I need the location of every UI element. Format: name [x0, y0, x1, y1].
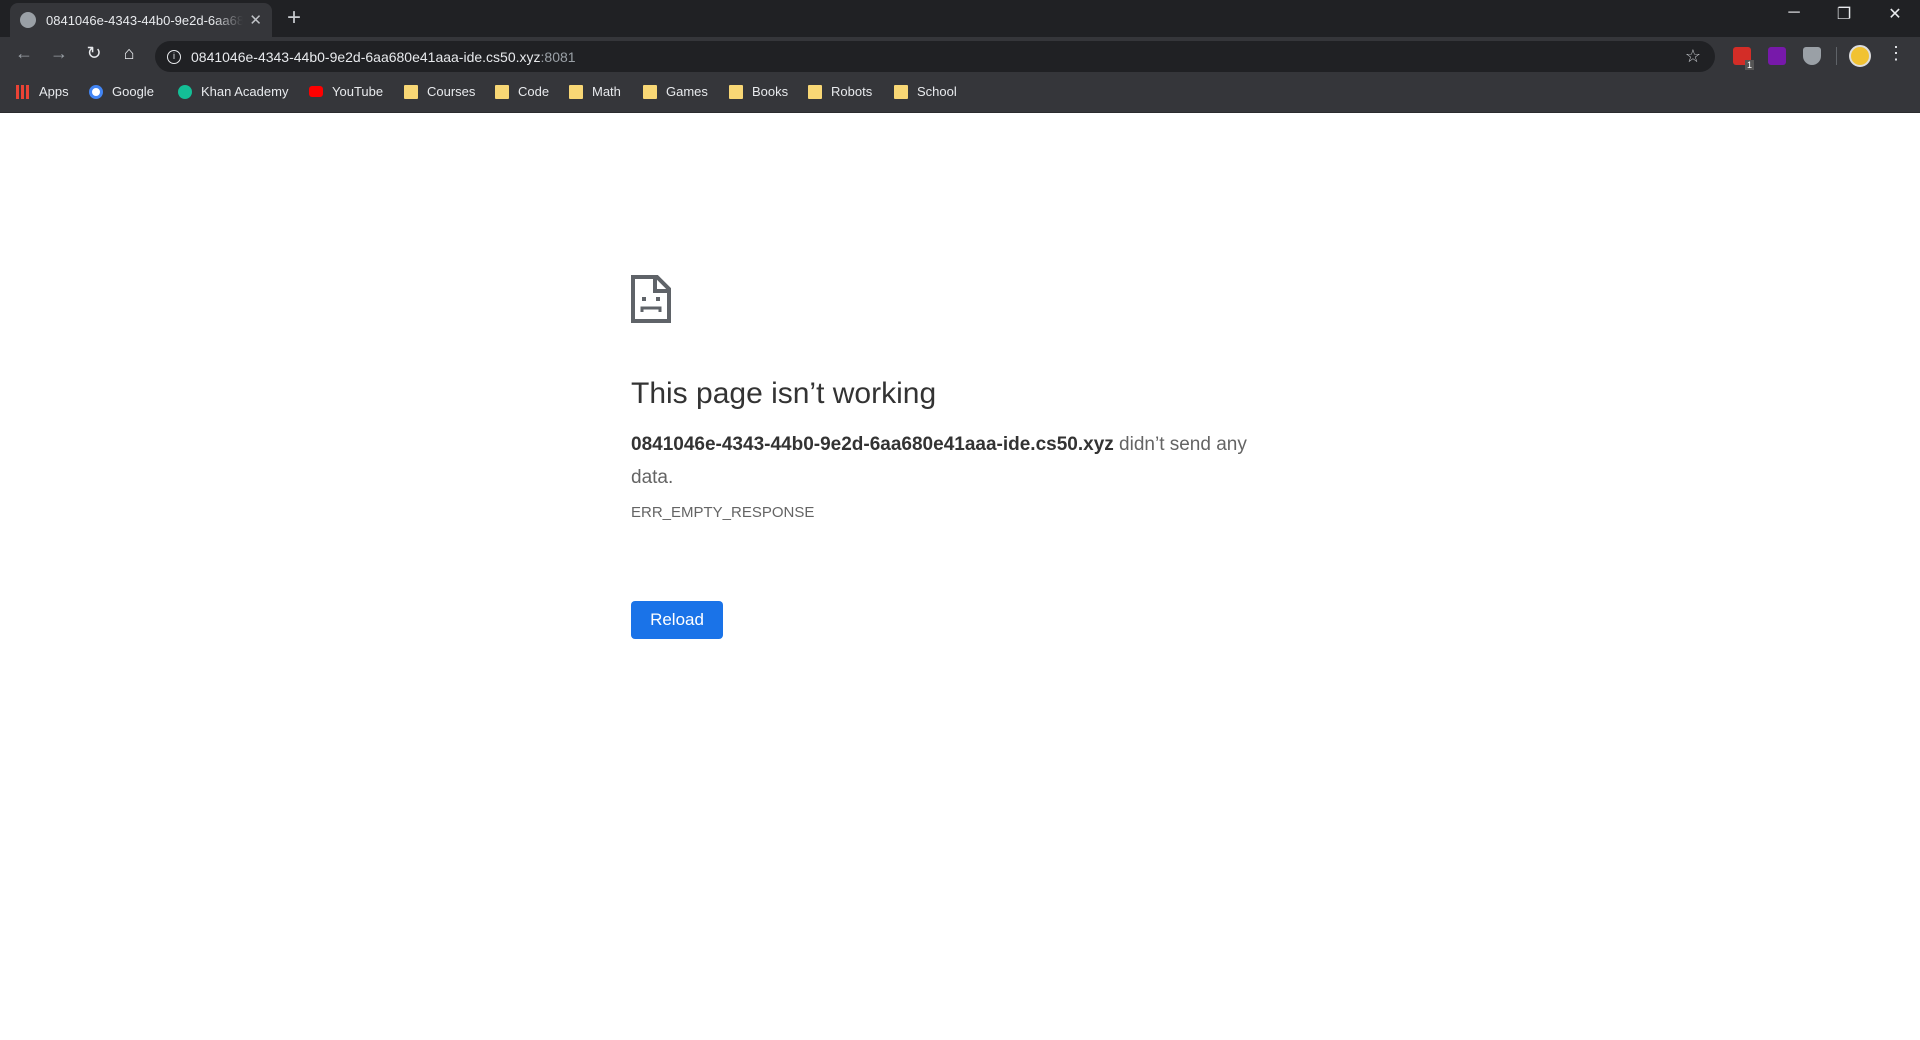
- bookmark-label: Courses: [427, 84, 476, 99]
- url-host: 0841046e-4343-44b0-9e2d-6aa680e41aaa-ide…: [191, 48, 541, 65]
- globe-icon: [20, 12, 36, 28]
- bookmark-label: Apps: [39, 84, 69, 99]
- error-page: This page isn’t working 0841046e-4343-44…: [631, 275, 1291, 639]
- bookmark-star-icon[interactable]: ☆: [1685, 46, 1701, 67]
- bookmarks-bar: Apps Google Khan Academy YouTube Courses…: [0, 75, 1920, 113]
- onenote-icon[interactable]: [1768, 47, 1786, 65]
- bookmark-label: Books: [752, 84, 789, 99]
- bookmark-label: School: [917, 84, 957, 99]
- lastpass-icon[interactable]: 1: [1733, 47, 1754, 70]
- bookmark-math[interactable]: Math: [569, 84, 621, 99]
- folder-icon: [808, 84, 822, 99]
- bookmark-label: YouTube: [332, 84, 384, 99]
- url-port: :8081: [540, 48, 576, 65]
- bookmark-label: Math: [592, 84, 621, 99]
- bookmark-label: Games: [666, 84, 708, 99]
- bookmark-robots[interactable]: Robots: [808, 84, 872, 99]
- divider: [1836, 47, 1837, 65]
- folder-icon: [495, 84, 509, 99]
- bookmark-label: Code: [518, 84, 550, 99]
- google-icon: [89, 84, 103, 99]
- bookmark-label: Khan Academy: [201, 84, 289, 99]
- sad-page-icon: [631, 275, 671, 323]
- home-icon[interactable]: ⌂: [117, 43, 141, 64]
- folder-icon: [729, 84, 743, 99]
- tab-close-icon[interactable]: ✕: [249, 11, 262, 29]
- error-code: ERR_EMPTY_RESPONSE: [631, 504, 815, 521]
- toolbar: ← → ↻ ⌂ i 0841046e-4343-44b0-9e2d-6aa680…: [0, 37, 1920, 75]
- khan-academy-icon: [178, 84, 192, 99]
- folder-icon: [569, 84, 583, 99]
- folder-icon: [404, 84, 418, 99]
- tab-strip: 0841046e-4343-44b0-9e2d-6aa680e41aaa-ide…: [0, 0, 1920, 37]
- info-icon[interactable]: i: [167, 49, 181, 64]
- forward-icon[interactable]: →: [47, 43, 71, 64]
- bookmark-google[interactable]: Google: [89, 84, 154, 99]
- bookmark-khan-academy[interactable]: Khan Academy: [178, 84, 288, 99]
- bookmark-school[interactable]: School: [894, 84, 957, 99]
- restore-button[interactable]: ❐: [1824, 4, 1864, 24]
- back-icon[interactable]: ←: [12, 43, 36, 64]
- youtube-icon: [309, 86, 323, 97]
- bookmark-youtube[interactable]: YouTube: [309, 84, 383, 99]
- reload-icon[interactable]: ↻: [82, 43, 106, 64]
- menu-icon[interactable]: ⋮: [1884, 43, 1908, 64]
- bookmark-courses[interactable]: Courses: [404, 84, 475, 99]
- minimize-button[interactable]: ─: [1774, 4, 1814, 22]
- bookmark-label: Google: [112, 84, 154, 99]
- shield-icon[interactable]: [1803, 47, 1821, 65]
- bookmark-apps[interactable]: Apps: [16, 84, 69, 99]
- tab-active[interactable]: 0841046e-4343-44b0-9e2d-6aa680e41aaa-ide…: [10, 3, 272, 37]
- new-tab-button[interactable]: +: [287, 4, 301, 32]
- close-window-button[interactable]: ✕: [1875, 4, 1915, 24]
- error-description: 0841046e-4343-44b0-9e2d-6aa680e41aaa-ide…: [631, 428, 1291, 494]
- reload-button[interactable]: Reload: [631, 601, 723, 639]
- folder-icon: [643, 84, 657, 99]
- bookmark-games[interactable]: Games: [643, 84, 708, 99]
- bookmark-code[interactable]: Code: [495, 84, 549, 99]
- bookmark-books[interactable]: Books: [729, 84, 788, 99]
- extension-badge: 1: [1744, 60, 1754, 70]
- tab-title: 0841046e-4343-44b0-9e2d-6aa680e41aaa-ide…: [46, 12, 244, 28]
- apps-grid-icon: [16, 84, 30, 99]
- error-title: This page isn’t working: [631, 377, 937, 410]
- folder-icon: [894, 84, 908, 99]
- address-bar[interactable]: i 0841046e-4343-44b0-9e2d-6aa680e41aaa-i…: [155, 41, 1715, 72]
- bookmark-label: Robots: [831, 84, 873, 99]
- error-host: 0841046e-4343-44b0-9e2d-6aa680e41aaa-ide…: [631, 434, 1114, 455]
- avatar[interactable]: [1849, 45, 1871, 67]
